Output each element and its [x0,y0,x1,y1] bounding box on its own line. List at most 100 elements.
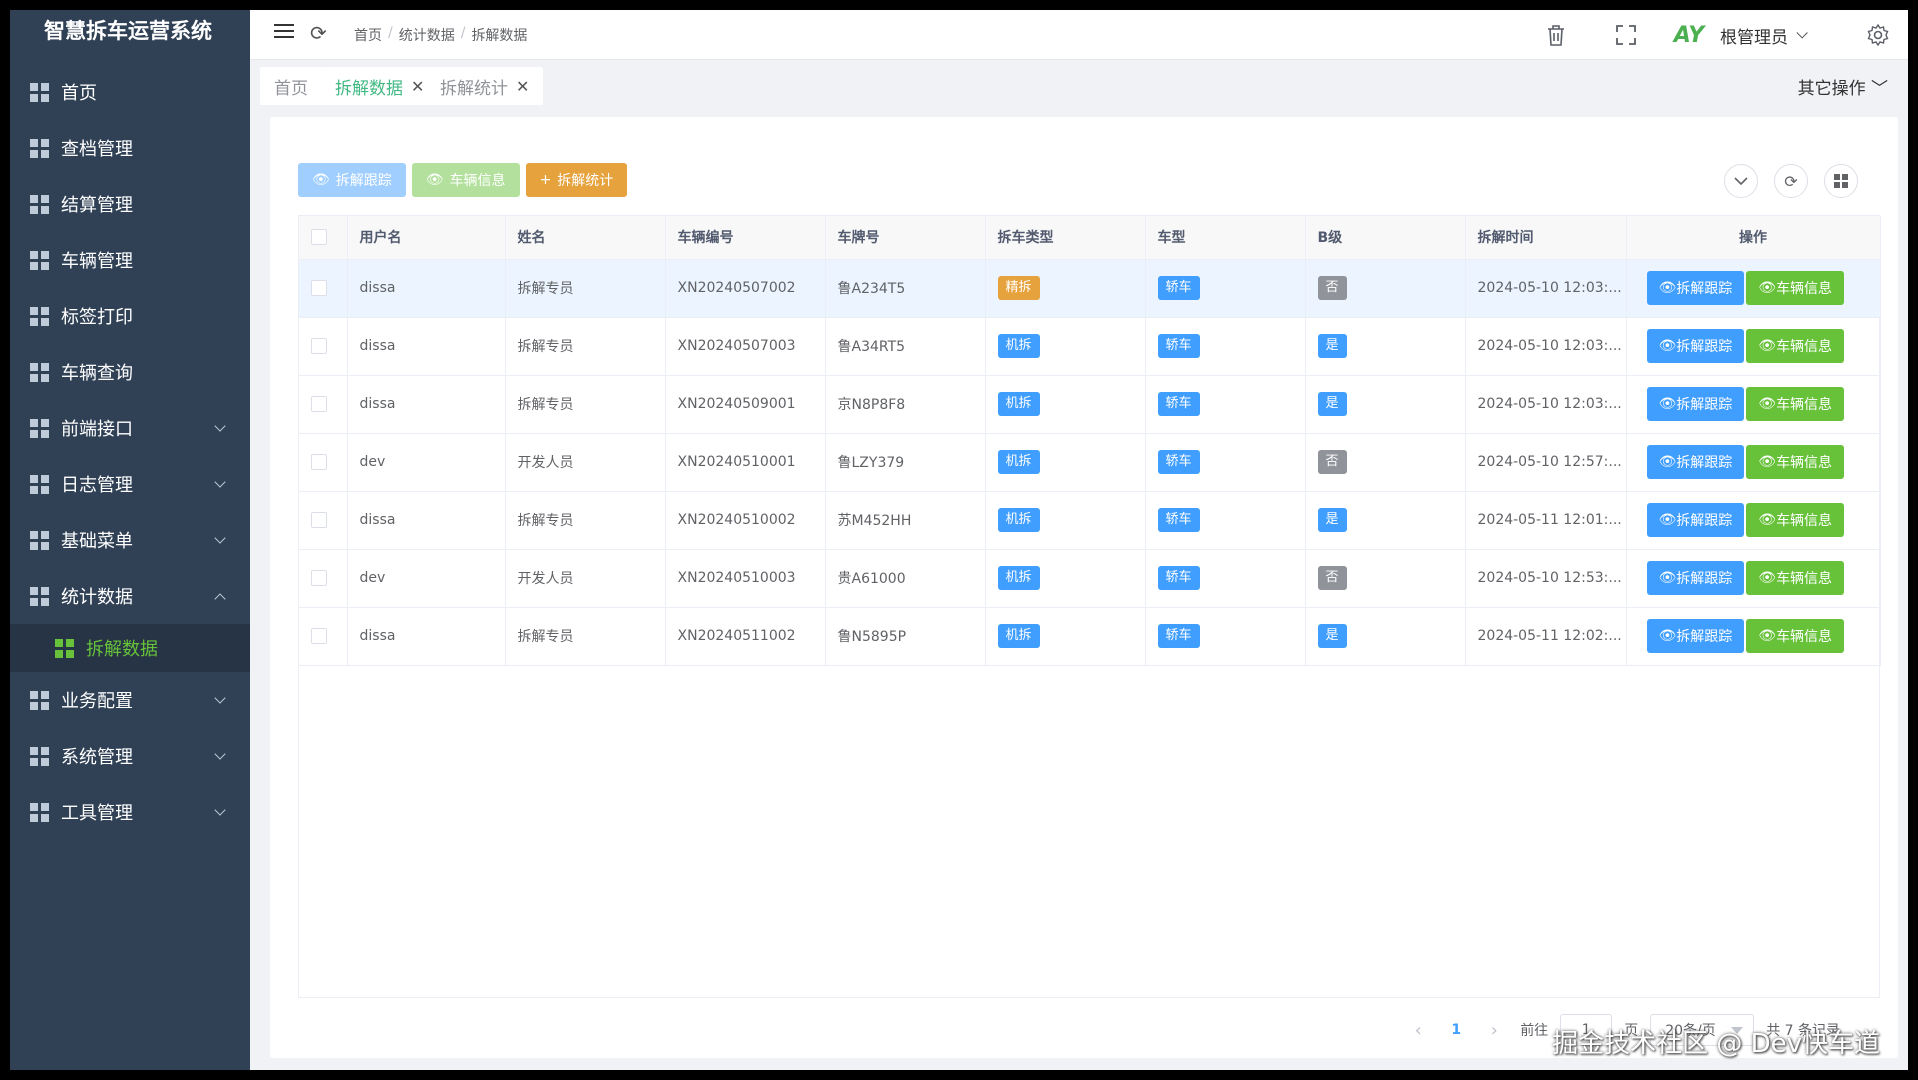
sidebar-item[interactable]: 统计数据 [10,568,250,624]
row-checkbox[interactable] [311,628,327,644]
row-track-button[interactable]: 👁 拆解跟踪 [1646,445,1745,479]
row-track-button[interactable]: 👁 拆解跟踪 [1646,503,1745,537]
column-header: 用户名 [347,216,506,260]
row-vehicle-info-button[interactable]: 👁 车辆信息 [1746,445,1845,479]
page-number[interactable]: 1 [1444,1022,1468,1038]
row-track-label: 拆解跟踪 [1676,571,1733,587]
row-checkbox[interactable] [311,338,327,354]
stats-button[interactable]: + 拆解统计 [525,163,628,197]
status-badge: 机拆 [997,624,1040,648]
cell-vehicle-no: XN20240507002 [665,259,826,318]
watermark: 掘金技术社区 @ Dev快车道 [1552,1029,1880,1059]
status-badge: 是 [1317,334,1347,358]
sidebar: 智慧拆车运营系统 首页 查档管理 结算管理 车辆管理 标签打印 车辆查询 前端接口 日志管理基… [10,10,250,1070]
row-vehicle-info-button[interactable]: 👁 车辆信息 [1746,561,1845,595]
status-badge: 是 [1317,508,1347,532]
sidebar-item[interactable]: 车辆查询 [10,344,250,400]
other-ops-dropdown[interactable]: 其它操作 ﹀ [1798,74,1888,99]
next-page-icon[interactable]: › [1480,1020,1508,1041]
cell-plate: 鲁A34RT5 [825,317,986,376]
row-checkbox[interactable] [311,570,327,586]
table-row[interactable]: dev 开发人员 XN20240510001 鲁LZY379 机拆 轿车 否 2024-05-… [299,433,1881,492]
row-checkbox[interactable] [311,396,327,412]
grid-icon [30,746,49,766]
row-track-button[interactable]: 👁 拆解跟踪 [1646,387,1745,421]
refresh-icon[interactable]: ⟳ [310,22,332,44]
sidebar-item[interactable]: 首页 [10,64,250,120]
cell-b-level: 否 [1305,549,1466,608]
tag-dismantle-stats[interactable]: 拆解统计 ✕ [426,67,544,105]
row-vehicle-info-button[interactable]: 👁 车辆信息 [1746,387,1845,421]
avatar[interactable]: AY [1670,20,1708,50]
sidebar-item-label: 基础菜单 [61,531,133,552]
sidebar-item[interactable]: 日志管理 [10,456,250,512]
row-vehicle-info-button[interactable]: 👁 车辆信息 [1746,503,1845,537]
sidebar-item[interactable]: 标签打印 [10,288,250,344]
eye-icon: 👁 [1658,570,1677,586]
row-checkbox[interactable] [311,512,327,528]
sidebar-item[interactable]: 查档管理 [10,120,250,176]
grid-icon [30,362,49,382]
sidebar-subitem-active[interactable]: 拆解数据 [10,624,250,672]
cell-name: 拆解专员 [505,317,666,376]
track-button[interactable]: 👁 拆解跟踪 [298,163,406,197]
tags-view: 首页 拆解数据 ✕ 拆解统计 ✕ 其它操作 ﹀ [250,60,1908,105]
sidebar-item[interactable]: 基础菜单 [10,512,250,568]
sidebar-item[interactable]: 车辆管理 [10,232,250,288]
select-all-checkbox[interactable] [311,229,327,246]
eye-icon: 👁 [1658,280,1677,296]
row-checkbox[interactable] [311,454,327,470]
sidebar-item[interactable]: 前端接口 [10,400,250,456]
fullscreen-icon[interactable] [1606,15,1646,55]
close-icon[interactable]: ✕ [411,77,424,96]
sidebar-item-label: 日志管理 [61,475,133,496]
grid-icon [30,250,49,270]
user-menu[interactable]: 根管理员 [1720,23,1808,48]
eye-icon: 👁 [1758,628,1777,644]
row-vehicle-info-button[interactable]: 👁 车辆信息 [1746,271,1845,305]
row-track-button[interactable]: 👁 拆解跟踪 [1646,561,1745,595]
tag-dismantle-data[interactable]: 拆解数据 ✕ [321,67,439,105]
cell-vehicle-no: XN20240507003 [665,317,826,376]
settings-gear-icon[interactable] [1858,15,1898,55]
prev-page-icon[interactable]: ‹ [1404,1020,1432,1041]
row-track-button[interactable]: 👁 拆解跟踪 [1646,619,1745,653]
row-track-button[interactable]: 👁 拆解跟踪 [1646,271,1745,305]
sidebar-item[interactable]: 业务配置 [10,672,250,728]
trash-icon[interactable] [1536,15,1576,55]
stats-button-label: 拆解统计 [557,173,614,189]
close-icon[interactable]: ✕ [516,77,529,96]
cell-b-level: 是 [1305,375,1466,434]
grid-icon [30,82,49,102]
hamburger-icon[interactable] [274,24,294,42]
collapse-search-icon[interactable] [1724,164,1758,198]
sidebar-item[interactable]: 系统管理 [10,728,250,784]
row-vehicle-info-button[interactable]: 👁 车辆信息 [1746,329,1845,363]
table-tools: ⟳ [1724,164,1858,198]
row-checkbox[interactable] [311,280,327,296]
refresh-icon[interactable]: ⟳ [1774,164,1808,198]
sidebar-item-label: 首页 [61,83,97,104]
table-row[interactable]: dissa 拆解专员 XN20240507002 鲁A234T5 精拆 轿车 否 2024-0… [299,259,1881,318]
table-row[interactable]: dissa 拆解专员 XN20240507003 鲁A34RT5 机拆 轿车 是 2024-0… [299,317,1881,376]
table-row[interactable]: dev 开发人员 XN20240510003 贵A61000 机拆 轿车 否 2024-05-… [299,549,1881,608]
breadcrumb-item[interactable]: 统计数据 [399,25,455,45]
tag-home[interactable]: 首页 [260,67,322,105]
breadcrumb-item[interactable]: 首页 [354,25,382,45]
vehicle-info-button[interactable]: 👁 车辆信息 [411,163,520,197]
table-row[interactable]: dissa 拆解专员 XN20240510002 苏M452HH 机拆 轿车 是 2024-0… [299,491,1881,550]
cell-b-level: 否 [1305,259,1466,318]
sidebar-menu: 首页查档管理结算管理 车辆管理 标签打印 车辆查询 前端接口日志管理基础菜单统计数据 拆解… [10,64,250,840]
sidebar-item[interactable]: 结算管理 [10,176,250,232]
row-vehicle-info-button[interactable]: 👁 车辆信息 [1746,619,1845,653]
sidebar-item[interactable]: 工具管理 [10,784,250,840]
cell-model: 轿车 [1145,491,1306,550]
row-track-button[interactable]: 👁 拆解跟踪 [1646,329,1745,363]
tag-label: 首页 [274,78,308,99]
table-row[interactable]: dissa 拆解专员 XN20240509001 京N8P8F8 机拆 轿车 是 2024-0… [299,375,1881,434]
row-info-label: 车辆信息 [1776,339,1833,355]
columns-icon[interactable] [1824,164,1858,198]
cell-plate: 鲁LZY379 [825,433,986,492]
sidebar-item-label: 查档管理 [61,139,133,160]
table-row[interactable]: dissa 拆解专员 XN20240511002 鲁N5895P 机拆 轿车 是 2024-0… [299,607,1881,666]
